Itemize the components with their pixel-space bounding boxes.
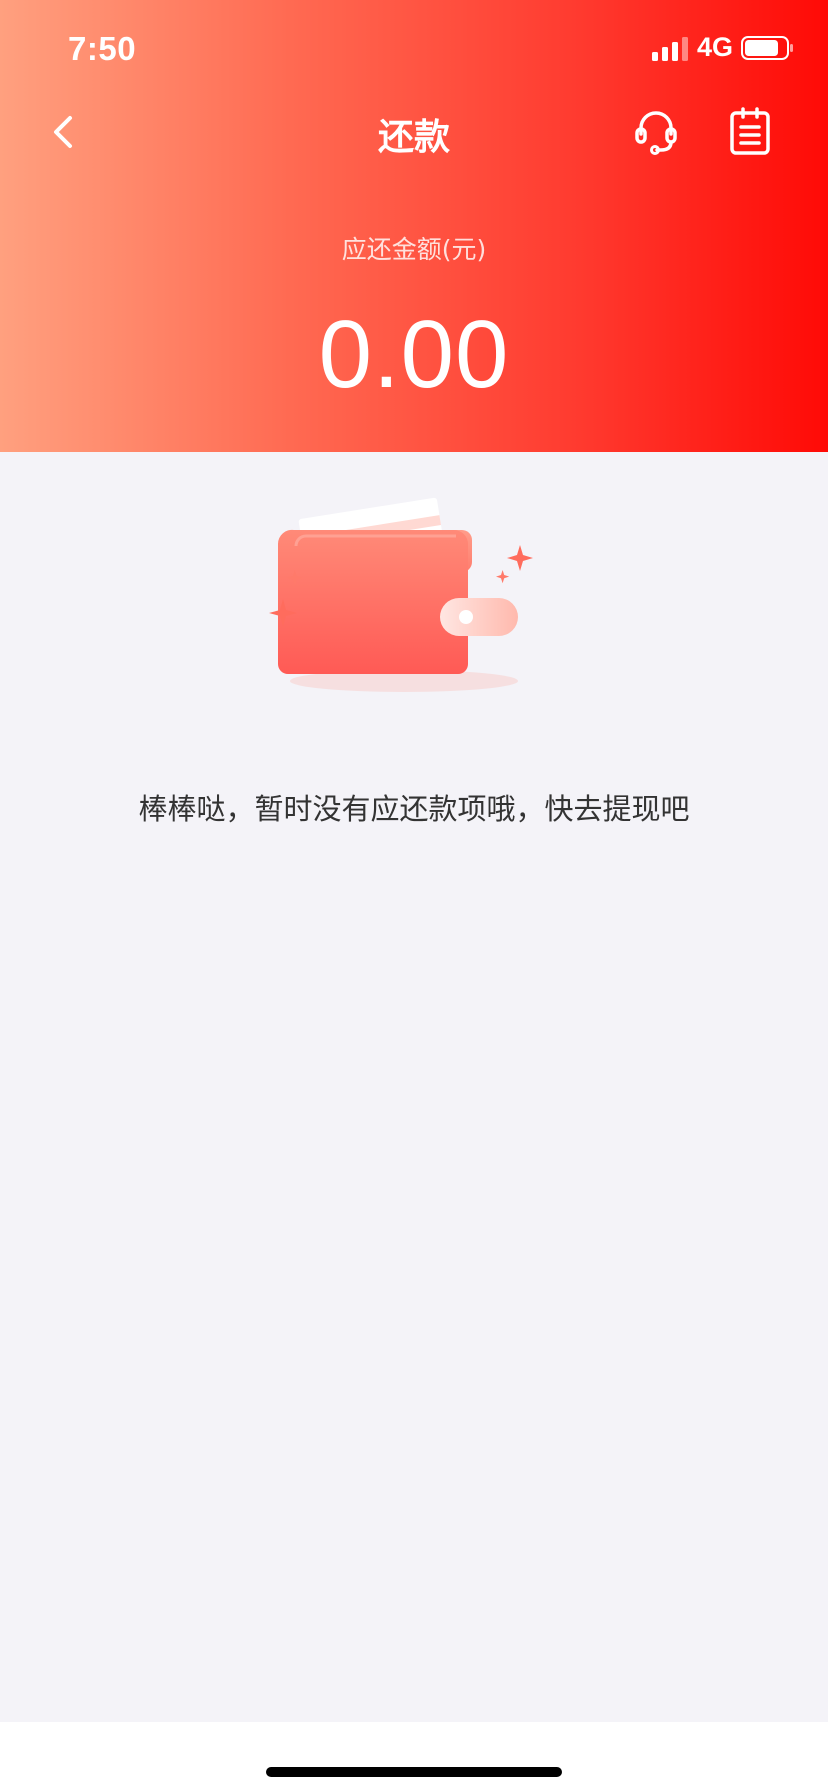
customer-service-icon[interactable] (634, 108, 678, 156)
wallet-icon (269, 497, 533, 692)
battery-icon (741, 36, 793, 60)
page-title: 还款 (377, 117, 450, 158)
amount-due-label: 应还金额(元) (341, 235, 487, 264)
empty-state-message: 棒棒哒，暂时没有应还款项哦，快去提现吧 (138, 792, 690, 826)
bottom-safe-area (0, 1722, 828, 1792)
amount-due-value: 0.00 (318, 301, 510, 408)
header-banner: 7:50 4G 还款 应还金额(元) 0.00 (0, 0, 828, 452)
clipboard-record-icon[interactable] (729, 106, 771, 156)
nav-bar: 还款 (0, 100, 828, 166)
status-time: 7:50 (68, 30, 137, 67)
home-indicator[interactable] (266, 1767, 562, 1777)
status-bar: 7:50 4G (0, 0, 828, 100)
signal-strength-icon (652, 37, 688, 61)
network-type: 4G (697, 32, 734, 62)
back-arrow-icon[interactable] (50, 112, 78, 152)
